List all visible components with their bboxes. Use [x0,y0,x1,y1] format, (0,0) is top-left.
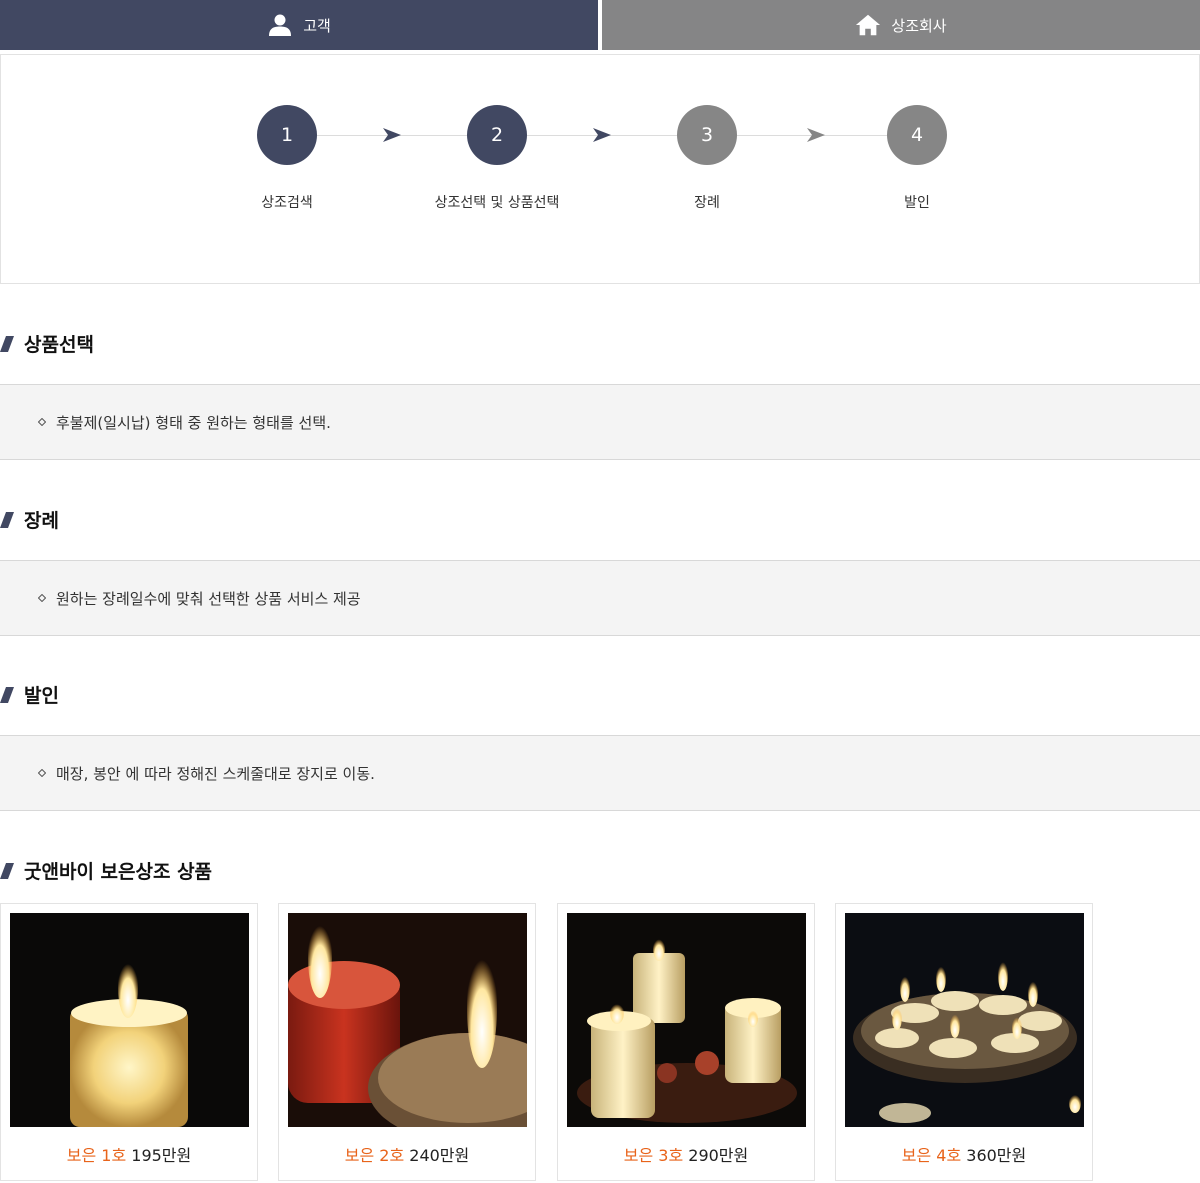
product-caption: 보은 3호 290만원 [558,1142,814,1166]
candle-image [845,913,1084,1127]
product-card[interactable]: 보은 4호 360만원 [835,903,1093,1181]
diamond-bullet-icon [38,594,46,602]
step-2-circle: 2 [467,105,527,165]
tab-company[interactable]: 상조회사 [602,0,1200,50]
candle-image [567,913,806,1127]
top-tabs: 고객 상조회사 [0,0,1200,50]
product-card[interactable]: 보은 3호 290만원 [557,903,815,1181]
process-steps: 1 2 3 4 상조검색 상조선택 및 상품선택 장례 발인 [0,54,1200,284]
section-description: 원하는 장례일수에 맞춰 선택한 상품 서비스 제공 [56,589,361,608]
section-title-products: 굿앤바이 보은상조 상품 [0,857,212,884]
step-2-label: 상조선택 및 상품선택 [434,195,560,211]
slash-mark-icon [0,511,14,528]
product-caption: 보은 4호 360만원 [836,1142,1092,1166]
section-info-procession: 매장, 봉안 에 따라 정해진 스케줄대로 장지로 이동. [0,735,1200,811]
product-price: 240만원 [409,1146,470,1165]
product-name: 보은 2호 [344,1146,405,1165]
step-1-label: 상조검색 [261,195,313,211]
product-caption: 보은 1호 195만원 [1,1142,257,1166]
step-4-label: 발인 [904,195,930,211]
section-info-product-select: 후불제(일시납) 형태 중 원하는 형태를 선택. [0,384,1200,460]
step-3-label: 장례 [694,195,720,211]
product-name: 보은 1호 [66,1146,127,1165]
arrow-right-icon [593,128,611,142]
product-card[interactable]: 보은 2호 240만원 [278,903,536,1181]
product-price: 195만원 [131,1146,192,1165]
section-description: 매장, 봉안 에 따라 정해진 스케줄대로 장지로 이동. [56,764,375,783]
step-1-circle: 1 [257,105,317,165]
tab-company-label: 상조회사 [891,16,947,35]
home-icon [855,12,881,38]
section-title-product-select: 상품선택 [0,330,94,357]
product-name: 보은 3호 [623,1146,684,1165]
section-title-procession: 발인 [0,681,59,708]
section-title-funeral: 장례 [0,506,59,533]
tab-customer-label: 고객 [303,16,331,35]
slash-mark-icon [0,686,14,703]
product-price: 290만원 [688,1146,749,1165]
diamond-bullet-icon [38,418,46,426]
product-caption: 보은 2호 240만원 [279,1142,535,1166]
product-card[interactable]: 보은 1호 195만원 [0,903,258,1181]
person-icon [267,12,293,38]
product-name: 보은 4호 [901,1146,962,1165]
step-4-circle: 4 [887,105,947,165]
candle-image [10,913,249,1127]
arrow-right-icon [383,128,401,142]
step-3-circle: 3 [677,105,737,165]
diamond-bullet-icon [38,769,46,777]
candle-image [288,913,527,1127]
tab-customer[interactable]: 고객 [0,0,598,50]
arrow-right-icon [807,128,825,142]
slash-mark-icon [0,862,14,879]
section-info-funeral: 원하는 장례일수에 맞춰 선택한 상품 서비스 제공 [0,560,1200,636]
product-price: 360만원 [966,1146,1027,1165]
slash-mark-icon [0,335,14,352]
section-description: 후불제(일시납) 형태 중 원하는 형태를 선택. [56,413,331,432]
